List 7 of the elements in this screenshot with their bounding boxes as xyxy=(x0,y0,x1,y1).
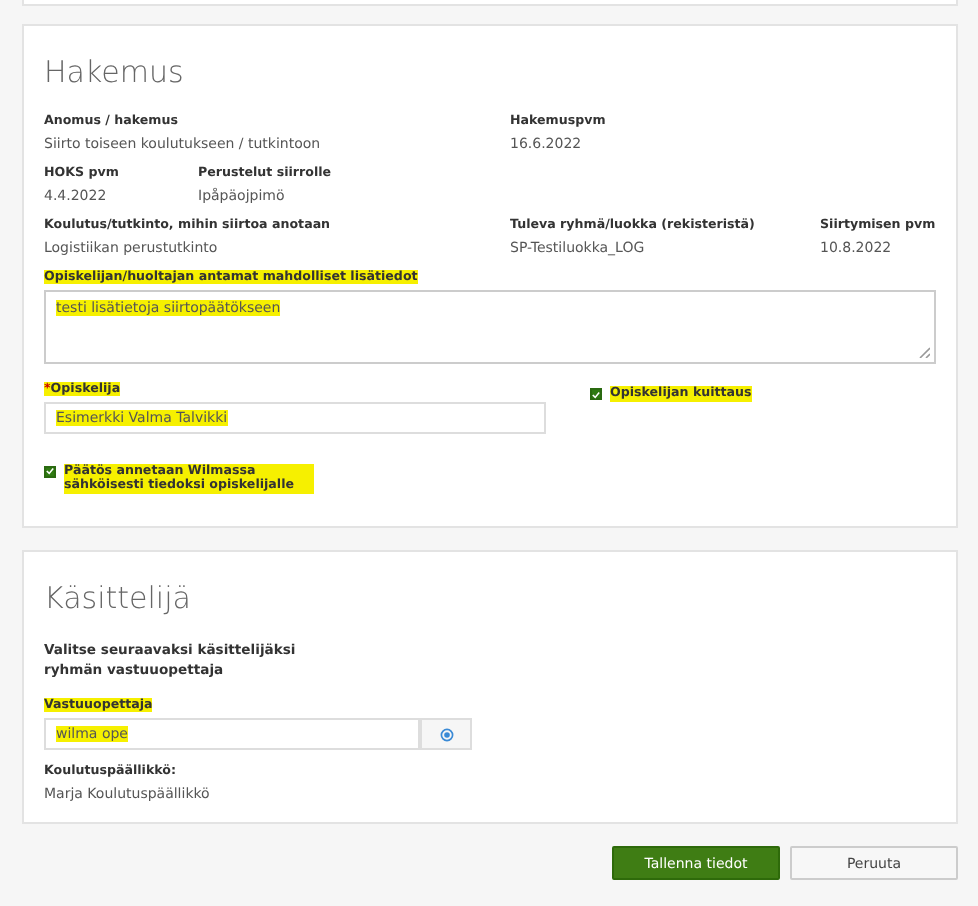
checkbox[interactable] xyxy=(590,388,602,400)
target-icon xyxy=(439,727,453,742)
resize-grip-icon[interactable] xyxy=(918,346,930,358)
checkbox[interactable] xyxy=(44,465,56,477)
select-button[interactable] xyxy=(420,718,472,751)
section-title: Hakemus xyxy=(44,54,186,90)
section-title: Käsittelijä xyxy=(44,579,193,616)
